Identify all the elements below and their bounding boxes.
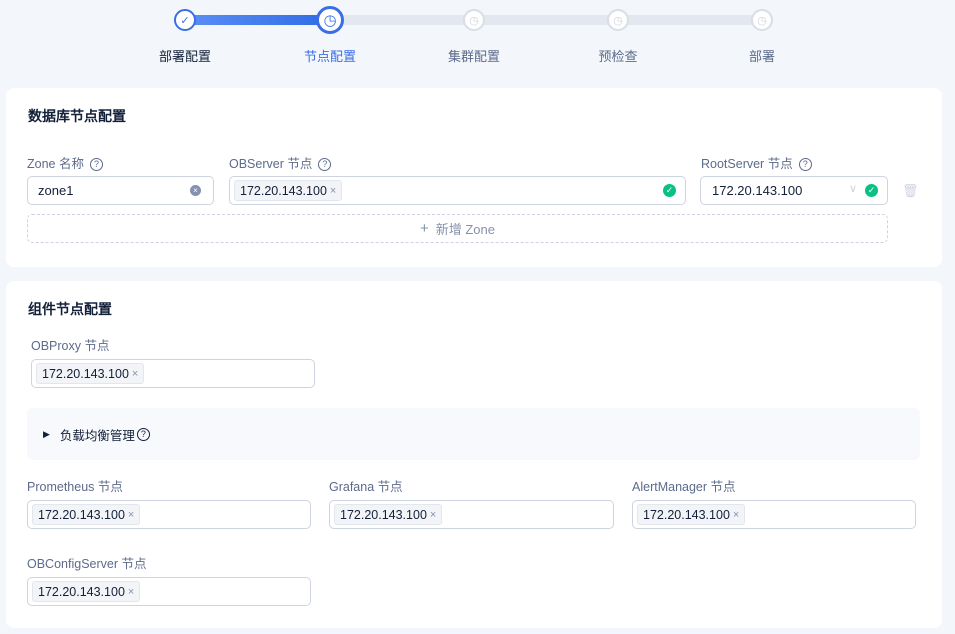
help-icon[interactable]: ?	[798, 158, 812, 172]
ip-tag: 172.20.143.100 ×	[234, 180, 343, 201]
ip-tag: 172.20.143.100 ×	[36, 363, 145, 384]
prometheus-select[interactable]: 172.20.143.100 ×	[27, 500, 311, 529]
step-label: 部署	[748, 49, 775, 64]
step-label: 集群配置	[447, 49, 500, 64]
step-label: 部署配置	[158, 49, 211, 64]
close-icon[interactable]: ×	[132, 368, 138, 380]
close-icon[interactable]: ×	[128, 509, 134, 521]
tag-text: 172.20.143.100	[643, 507, 730, 522]
clear-icon[interactable]: ×	[190, 185, 201, 196]
ip-tag: 172.20.143.100 ×	[637, 504, 746, 525]
db-node-card: 数据库节点配置 Zone 名称? OBServer 节点? RootServer…	[6, 88, 942, 267]
grafana-label: Grafana 节点	[329, 480, 403, 494]
label-text: RootServer 节点	[701, 157, 793, 171]
rootserver-label: RootServer 节点?	[701, 153, 812, 172]
close-icon[interactable]: ×	[733, 509, 739, 521]
add-zone-button[interactable]: + 新增 Zone	[27, 214, 888, 243]
prometheus-label: Prometheus 节点	[27, 480, 123, 494]
chevron-down-icon: ∨	[848, 183, 857, 195]
clock-icon: ◷	[751, 9, 773, 31]
step-label: 节点配置	[303, 49, 356, 64]
ip-tag: 172.20.143.100 ×	[32, 504, 141, 525]
obproxy-label: OBProxy 节点	[31, 339, 110, 353]
obconfigserver-select[interactable]: 172.20.143.100 ×	[27, 577, 311, 606]
close-icon[interactable]: ×	[330, 185, 336, 197]
observer-label: OBServer 节点?	[229, 153, 332, 172]
tag-text: 172.20.143.100	[42, 366, 129, 381]
progress-done	[185, 15, 335, 25]
obproxy-select[interactable]: 172.20.143.100 ×	[31, 359, 315, 388]
help-icon[interactable]: ?	[89, 158, 103, 172]
ip-tag: 172.20.143.100 ×	[334, 504, 443, 525]
step-label: 预检查	[598, 49, 638, 64]
card-title: 数据库节点配置	[28, 108, 126, 124]
tag-text: 172.20.143.100	[38, 507, 125, 522]
collapse-label: 负载均衡管理	[59, 428, 135, 443]
observer-select[interactable]: 172.20.143.100 × ✓	[229, 176, 686, 205]
help-icon[interactable]: ?	[318, 158, 332, 172]
check-icon: ✓	[174, 9, 196, 31]
tag-text: 172.20.143.100	[240, 183, 327, 198]
zone-name-input[interactable]: zone1 ×	[27, 176, 214, 205]
close-icon[interactable]: ×	[128, 586, 134, 598]
tag-text: 172.20.143.100	[340, 507, 427, 522]
clock-icon: ◷	[316, 6, 344, 34]
input-value: zone1	[38, 183, 74, 198]
tag-text: 172.20.143.100	[38, 584, 125, 599]
select-value: 172.20.143.100	[712, 183, 803, 198]
ip-tag: 172.20.143.100 ×	[32, 581, 141, 602]
help-icon[interactable]: ?	[136, 427, 150, 441]
success-icon: ✓	[663, 184, 676, 197]
caret-right-icon: ▶	[43, 428, 50, 439]
component-node-card: 组件节点配置 OBProxy 节点 172.20.143.100 × ▶ 负载均衡管…	[6, 281, 942, 628]
close-icon[interactable]: ×	[430, 509, 436, 521]
clock-icon: ◷	[607, 9, 629, 31]
rootserver-select[interactable]: 172.20.143.100 ∨ ✓	[700, 176, 888, 205]
success-icon: ✓	[865, 184, 878, 197]
grafana-select[interactable]: 172.20.143.100 ×	[329, 500, 614, 529]
card-title: 组件节点配置	[28, 301, 112, 317]
alertmanager-label: AlertManager 节点	[632, 480, 736, 494]
label-text: Zone 名称	[27, 157, 84, 171]
alertmanager-select[interactable]: 172.20.143.100 ×	[632, 500, 916, 529]
load-balance-collapse[interactable]: ▶ 负载均衡管理?	[27, 408, 920, 460]
label-text: OBServer 节点	[229, 157, 313, 171]
button-label: 新增 Zone	[435, 222, 495, 237]
obconfigserver-label: OBConfigServer 节点	[27, 557, 147, 571]
zone-label: Zone 名称?	[27, 153, 103, 172]
clock-icon: ◷	[463, 9, 485, 31]
progress-remaining	[330, 15, 765, 25]
delete-icon[interactable]: 🗑	[902, 183, 919, 199]
plus-icon: +	[419, 220, 429, 237]
